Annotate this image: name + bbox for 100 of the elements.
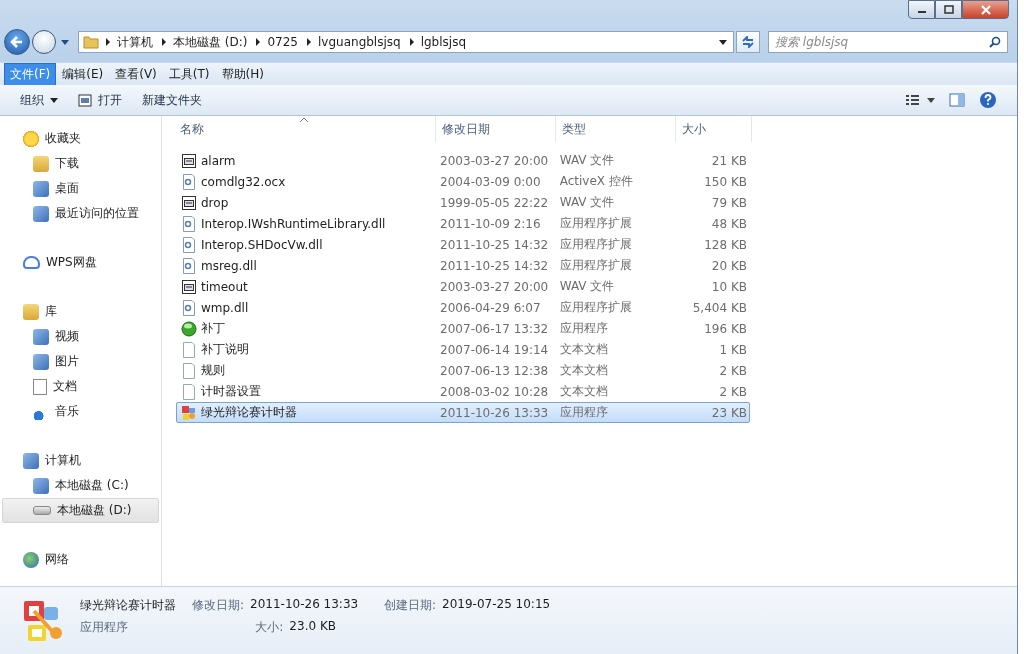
refresh-button[interactable] bbox=[736, 31, 760, 53]
media-file-icon bbox=[181, 278, 197, 295]
date-cell: 2011-10-09 2:16 bbox=[440, 216, 541, 231]
address-bar[interactable]: 计算机 本地磁盘 (D:) 0725 lvguangblsjsq lgblsjsq bbox=[78, 31, 734, 53]
sidebar-item[interactable]: 本地磁盘 (D:) bbox=[2, 498, 159, 523]
forward-button[interactable] bbox=[32, 30, 56, 54]
type-cell: 文本文档 bbox=[559, 341, 608, 358]
sidebar-item[interactable]: 本地磁盘 (C:) bbox=[2, 473, 159, 498]
sidebar-item[interactable]: 桌面 bbox=[2, 176, 159, 201]
toolbar-button[interactable]: 组织 bbox=[10, 87, 68, 113]
sidebar-item[interactable]: 库 bbox=[2, 299, 159, 324]
file-name: 绿光辩论赛计时器 bbox=[201, 404, 297, 421]
dropdown-arrow-icon[interactable] bbox=[719, 39, 727, 45]
sidebar-item[interactable]: 最近访问的位置 bbox=[2, 201, 159, 226]
window-icon bbox=[78, 93, 92, 107]
file-row[interactable]: drop 1999-05-05 22:22 WAV 文件 79 KB bbox=[176, 192, 750, 213]
sidebar-item[interactable]: 视频 bbox=[2, 324, 159, 349]
date-cell: 2007-06-13 12:38 bbox=[440, 363, 549, 378]
chevron-icon[interactable] bbox=[161, 38, 167, 46]
file-row[interactable]: 规则 2007-06-13 12:38 文本文档 2 KB bbox=[176, 360, 750, 381]
sidebar-item[interactable]: 音乐 bbox=[2, 399, 159, 424]
media-file-icon bbox=[181, 194, 197, 211]
column-header[interactable]: 修改日期 bbox=[436, 116, 556, 142]
chevron-icon[interactable] bbox=[306, 38, 312, 46]
file-row[interactable]: Interop.IWshRuntimeLibrary.dll 2011-10-09 2:16 应用程序扩展 48 KB bbox=[176, 213, 750, 234]
file-row[interactable]: comdlg32.ocx 2004-03-09 0:00 ActiveX 控件 150 KB bbox=[176, 171, 750, 192]
breadcrumb-item[interactable]: lgblsjsq bbox=[420, 35, 466, 49]
ball-icon bbox=[181, 320, 197, 337]
breadcrumb-item[interactable]: 0725 bbox=[267, 35, 298, 49]
size-cell: 20 KB bbox=[711, 258, 747, 273]
date-cell: 2007-06-17 13:32 bbox=[440, 321, 549, 336]
date-cell: 2011-10-25 14:32 bbox=[440, 237, 549, 252]
file-row[interactable]: 补丁 2007-06-17 13:32 应用程序 196 KB bbox=[176, 318, 750, 339]
file-row[interactable]: 补丁说明 2007-06-14 19:14 文本文档 1 KB bbox=[176, 339, 750, 360]
search-field[interactable]: 搜索 lgblsjsq bbox=[768, 31, 1008, 53]
file-row[interactable]: alarm 2003-03-27 20:00 WAV 文件 21 KB bbox=[176, 150, 750, 171]
history-dropdown-icon[interactable] bbox=[61, 39, 69, 45]
size-cell: 79 KB bbox=[711, 195, 747, 210]
help-button[interactable] bbox=[977, 89, 999, 111]
chevron-icon[interactable] bbox=[105, 38, 111, 46]
column-header[interactable]: 名称 bbox=[178, 116, 436, 142]
column-header[interactable]: 类型 bbox=[556, 116, 676, 142]
sidebar-item[interactable]: WPS网盘 bbox=[2, 250, 159, 275]
file-name: 规则 bbox=[201, 362, 225, 379]
type-cell: 应用程序扩展 bbox=[559, 215, 632, 232]
menu-item[interactable]: 工具(T) bbox=[162, 62, 216, 86]
file-row[interactable]: timeout 2003-03-27 20:00 WAV 文件 10 KB bbox=[176, 276, 750, 297]
back-arrow-icon bbox=[10, 35, 24, 49]
settings-file-icon bbox=[181, 215, 197, 232]
sidebar-item[interactable]: 计算机 bbox=[2, 448, 159, 473]
date-cell: 2008-03-02 10:28 bbox=[440, 384, 549, 399]
size-cell: 48 KB bbox=[711, 216, 747, 231]
maximize-button[interactable] bbox=[935, 0, 962, 19]
menu-item[interactable]: 查看(V) bbox=[109, 62, 163, 86]
breadcrumb-item[interactable]: 本地磁盘 (D:) bbox=[173, 33, 248, 51]
close-button[interactable] bbox=[962, 0, 1009, 19]
file-row[interactable]: msreg.dll 2011-10-25 14:32 应用程序扩展 20 KB bbox=[176, 255, 750, 276]
sidebar-item[interactable]: 文档 bbox=[2, 374, 159, 399]
folder-icon bbox=[83, 35, 99, 49]
date-cell: 2011-10-26 13:33 bbox=[440, 405, 549, 420]
sidebar-item[interactable]: 收藏夹 bbox=[2, 126, 159, 151]
type-cell: 应用程序 bbox=[559, 404, 608, 421]
file-row[interactable]: 绿光辩论赛计时器 2011-10-26 13:33 应用程序 23 KB bbox=[176, 402, 750, 423]
file-name: 计时器设置 bbox=[201, 383, 261, 400]
file-name: wmp.dll bbox=[201, 300, 249, 315]
menu-item[interactable]: 编辑(E) bbox=[56, 62, 110, 86]
text-file-icon bbox=[181, 341, 197, 358]
cloud-icon bbox=[23, 256, 40, 269]
file-name: alarm bbox=[201, 153, 236, 168]
sidebar-item[interactable]: 网络 bbox=[2, 547, 159, 572]
file-name: Interop.SHDocVw.dll bbox=[201, 237, 323, 252]
chevron-icon[interactable] bbox=[255, 38, 262, 46]
chevron-icon[interactable] bbox=[408, 38, 415, 46]
size-cell: 2 KB bbox=[719, 384, 747, 399]
sidebar-item[interactable]: 图片 bbox=[2, 349, 159, 374]
breadcrumb-item[interactable]: lvguangblsjsq bbox=[318, 35, 401, 49]
search-icon[interactable] bbox=[989, 36, 1001, 48]
settings-file-icon bbox=[181, 173, 197, 190]
file-row[interactable]: 计时器设置 2008-03-02 10:28 文本文档 2 KB bbox=[176, 381, 750, 402]
breadcrumb-item[interactable]: 计算机 bbox=[117, 33, 153, 51]
file-row[interactable]: wmp.dll 2006-04-29 6:07 应用程序扩展 5,404 KB bbox=[176, 297, 750, 318]
size-cell: 128 KB bbox=[704, 237, 747, 252]
property-value: 2011-10-26 13:33 bbox=[250, 597, 359, 613]
sidebar-item[interactable]: 下载 bbox=[2, 151, 159, 176]
toolbar-button[interactable]: 新建文件夹 bbox=[132, 87, 212, 113]
size-cell: 21 KB bbox=[711, 153, 747, 168]
file-row[interactable]: Interop.SHDocVw.dll 2011-10-25 14:32 应用程序扩展 128 KB bbox=[176, 234, 750, 255]
back-button[interactable] bbox=[4, 29, 30, 55]
type-cell: 应用程序扩展 bbox=[559, 299, 632, 316]
size-cell: 196 KB bbox=[704, 321, 747, 336]
toolbar-button[interactable]: 打开 bbox=[68, 87, 132, 113]
settings-file-icon bbox=[181, 299, 197, 316]
column-header[interactable]: 大小 bbox=[676, 116, 752, 142]
caret-icon bbox=[50, 97, 58, 103]
menu-item[interactable]: 帮助(H) bbox=[215, 62, 270, 86]
minimize-button[interactable] bbox=[908, 0, 935, 19]
size-cell: 150 KB bbox=[704, 174, 747, 189]
date-cell: 2006-04-29 6:07 bbox=[440, 300, 541, 315]
file-name: drop bbox=[201, 195, 229, 210]
file-name: comdlg32.ocx bbox=[201, 174, 286, 189]
